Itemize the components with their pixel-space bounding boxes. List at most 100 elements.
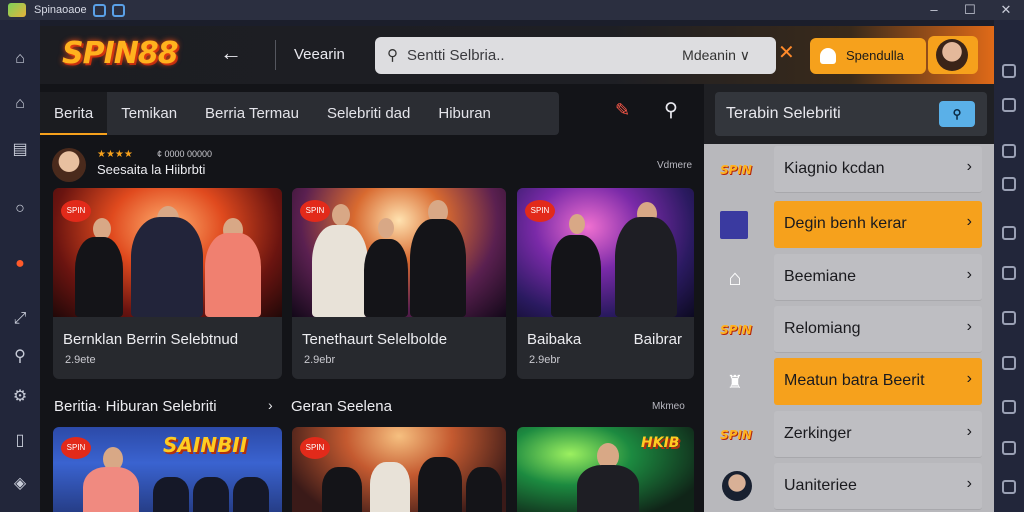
panel-icon[interactable]: [1002, 64, 1016, 78]
close-window-icon[interactable]: ✕: [988, 0, 1024, 20]
view-more-link[interactable]: Vdmere: [657, 160, 692, 171]
list-item-label: Zerkinger: [784, 425, 852, 442]
news-card[interactable]: SPIN Bernklan Berrin Selebtnud 2.9ete: [53, 188, 282, 379]
list-item[interactable]: SPIN Zerkinger ›: [704, 409, 994, 460]
search-icon[interactable]: ⚲: [664, 99, 678, 122]
maximize-icon[interactable]: ☐: [952, 0, 988, 20]
list-item-label: Kiagnio kcdan: [784, 160, 885, 177]
panel-icon[interactable]: [1002, 441, 1016, 455]
tab-icon[interactable]: [92, 3, 106, 17]
list-item-box: Degin benh kerar ›: [774, 201, 982, 248]
news-card[interactable]: SPIN Baibaka Baibrar 2.9ebr: [517, 188, 694, 379]
right-toolbar: [994, 20, 1024, 512]
chevron-right-icon: ›: [966, 318, 972, 335]
right-panel-list: SPIN Kiagnio kcdan › Degin benh kerar › …: [704, 144, 994, 512]
feed-header: ★★★★ ¢ 0000 00000 Seesaita la Hiibrbti V…: [52, 146, 692, 182]
thumbnail-icon: [720, 211, 748, 239]
banner-logo: SAINBII: [163, 433, 248, 457]
divider: [275, 40, 276, 70]
close-icon[interactable]: ✕: [778, 43, 795, 63]
news-card[interactable]: HKIB: [517, 427, 694, 512]
list-item[interactable]: SPIN Relomiang ›: [704, 304, 994, 355]
back-arrow-icon[interactable]: ←: [220, 40, 242, 66]
shield-icon[interactable]: ◈: [11, 475, 29, 493]
tab-icon-2[interactable]: [111, 3, 125, 17]
card-meta: 2.9ete: [65, 354, 96, 366]
list-item[interactable]: ♜ Meatun batra Beerit ›: [704, 356, 994, 407]
search-button-icon[interactable]: ⚲: [939, 101, 975, 127]
card-title: Baibaka: [527, 331, 582, 348]
panel-icon[interactable]: [1002, 226, 1016, 240]
view-more-link[interactable]: Mkmeo: [652, 401, 685, 412]
brand-badge: SPIN: [61, 200, 91, 222]
top-bar: SPIN88 ← Veearin ⚲ Mdeanin ∨ ✕ Spendulla: [40, 26, 994, 84]
list-item[interactable]: Uaniteriee ›: [704, 461, 994, 512]
brand-badge: SPIN: [300, 437, 330, 459]
book-icon[interactable]: ▯: [11, 432, 29, 450]
spin-logo-icon: SPIN: [720, 323, 752, 337]
tab-berita-termau[interactable]: Berria Termau: [191, 92, 313, 135]
spin-logo-icon: SPIN: [720, 163, 752, 177]
brand-badge: SPIN: [300, 200, 330, 222]
rating-count: ¢ 0000 00000: [157, 149, 213, 159]
news-card[interactable]: SPIN SAINBII: [53, 427, 282, 512]
record-icon[interactable]: ●: [11, 255, 29, 273]
panel-icon[interactable]: [1002, 144, 1016, 158]
section-title[interactable]: Beritia· Hiburan Selebriti: [54, 398, 217, 415]
list-item[interactable]: Degin benh kerar ›: [704, 199, 994, 250]
news-card[interactable]: SPIN Tenethaurt Selelbolde 2.9ebr: [292, 188, 506, 379]
avatar[interactable]: [52, 148, 86, 182]
feed-title: Seesaita la Hiibrbti: [97, 162, 206, 177]
list-item-box: Kiagnio kcdan ›: [774, 146, 982, 193]
section-label[interactable]: Veearin: [294, 46, 345, 63]
search-input[interactable]: [407, 37, 647, 74]
edit-icon[interactable]: ✎: [615, 100, 630, 121]
celebrity-search-label: Terabin Selebriti: [726, 105, 841, 122]
document-icon[interactable]: ▤: [11, 141, 29, 159]
profile-avatar[interactable]: [928, 36, 978, 74]
avatar: [936, 39, 968, 71]
chevron-right-icon: ›: [966, 266, 972, 283]
search-icon[interactable]: ⚲: [11, 348, 29, 366]
panel-icon[interactable]: [1002, 480, 1016, 494]
circle-icon[interactable]: ○: [11, 200, 29, 218]
tab-temikan[interactable]: Temikan: [107, 92, 191, 135]
search-bar[interactable]: ⚲ Mdeanin ∨: [375, 37, 776, 74]
panel-icon[interactable]: [1002, 177, 1016, 191]
bag-icon: ♜: [726, 372, 744, 392]
tab-hiburan[interactable]: Hiburan: [424, 92, 505, 135]
home-icon[interactable]: ⌂: [11, 50, 29, 68]
dashboard-icon[interactable]: ⌂: [11, 95, 29, 113]
panel-icon[interactable]: [1002, 400, 1016, 414]
panel-icon[interactable]: [1002, 98, 1016, 112]
app-icon: [8, 3, 26, 17]
list-item[interactable]: SPIN Kiagnio kcdan ›: [704, 144, 994, 195]
brand-badge: SPIN: [61, 437, 91, 459]
panel-icon[interactable]: [1002, 356, 1016, 370]
sponsor-button[interactable]: Spendulla: [810, 38, 926, 74]
search-scope-dropdown[interactable]: Mdeanin ∨: [682, 47, 750, 64]
card-meta: 2.9ebr: [529, 354, 561, 366]
news-card[interactable]: SPIN: [292, 427, 506, 512]
list-item-box: Uaniteriee ›: [774, 463, 982, 510]
list-item-box: Zerkinger ›: [774, 411, 982, 458]
list-item-label: Beemiane: [784, 268, 857, 285]
celebrity-search[interactable]: Terabin Selebriti ⚲: [715, 92, 987, 136]
search-icon: ⚲: [387, 47, 398, 64]
minimize-icon[interactable]: –: [916, 0, 952, 20]
spin88-logo[interactable]: SPIN88: [62, 36, 179, 71]
expand-icon[interactable]: ⤢: [11, 310, 29, 328]
chevron-right-icon: ›: [966, 423, 972, 440]
list-item[interactable]: ⌂ Beemiane ›: [704, 252, 994, 303]
tab-selebriti[interactable]: Selebriti dad: [313, 92, 424, 135]
chevron-right-icon[interactable]: ›: [268, 397, 273, 413]
section-title-2[interactable]: Geran Seelena: [291, 398, 392, 415]
list-item-box: Beemiane ›: [774, 254, 982, 301]
panel-icon[interactable]: [1002, 266, 1016, 280]
card-image: SPIN: [517, 188, 694, 317]
tab-berita[interactable]: Berita: [40, 92, 108, 135]
category-tabs: Berita Temikan Berria Termau Selebriti d…: [40, 92, 559, 135]
settings-icon[interactable]: ⚙: [11, 388, 29, 406]
panel-icon[interactable]: [1002, 311, 1016, 325]
list-item-label: Relomiang: [784, 320, 861, 337]
